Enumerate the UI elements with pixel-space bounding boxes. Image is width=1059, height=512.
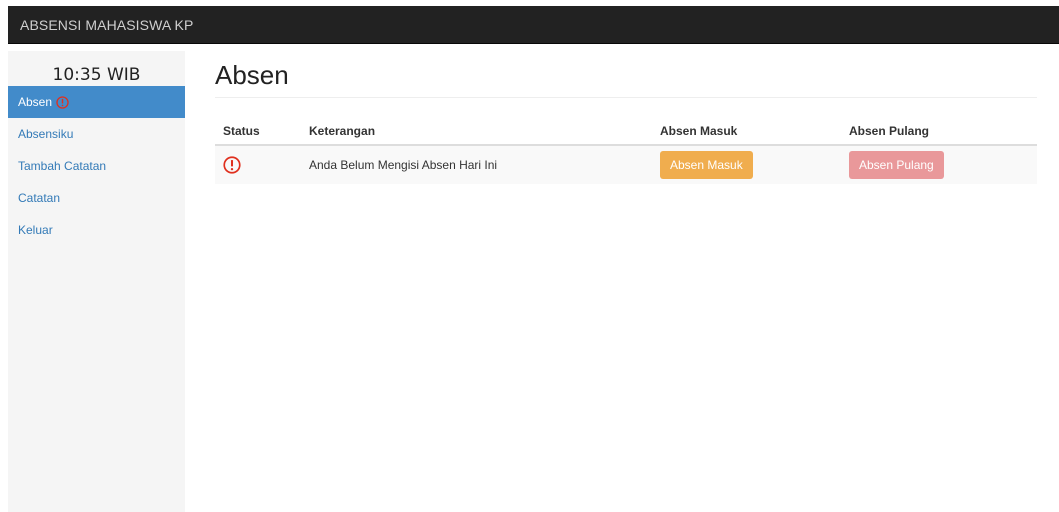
sidebar-item-tambah-catatan[interactable]: Tambah Catatan xyxy=(8,150,185,182)
sidebar-item-label: Catatan xyxy=(18,191,61,205)
sidebar-item-absen[interactable]: Absen xyxy=(8,86,185,118)
sidebar-item-keluar[interactable]: Keluar xyxy=(8,214,185,246)
sidebar-item-label: Keluar xyxy=(18,223,53,237)
keterangan-cell: Anda Belum Mengisi Absen Hari Ini xyxy=(301,145,652,184)
sidebar-item-catatan[interactable]: Catatan xyxy=(8,182,185,214)
main-content: Absen Status Keterangan Absen Masuk Abse… xyxy=(215,51,1037,184)
clock: 10:35 WIB xyxy=(52,65,141,85)
alert-circle-icon xyxy=(56,95,69,109)
column-header-status: Status xyxy=(215,117,301,146)
absen-pulang-button[interactable]: Absen Pulang xyxy=(849,151,944,179)
absen-masuk-button[interactable]: Absen Masuk xyxy=(660,151,753,179)
column-header-keterangan: Keterangan xyxy=(301,117,652,146)
column-header-absen-masuk: Absen Masuk xyxy=(652,117,841,146)
alert-circle-icon xyxy=(223,156,301,174)
top-navbar: ABSENSI MAHASISWA KP xyxy=(8,6,1059,44)
table-header-row: Status Keterangan Absen Masuk Absen Pula… xyxy=(215,117,1037,146)
sidebar: 10:35 WIB Absen Absensiku Tambah Catatan… xyxy=(8,51,185,512)
app-brand[interactable]: ABSENSI MAHASISWA KP xyxy=(20,17,193,33)
page-title: Absen xyxy=(215,51,1037,98)
status-cell xyxy=(215,145,301,184)
sidebar-item-absensiku[interactable]: Absensiku xyxy=(8,118,185,150)
column-header-absen-pulang: Absen Pulang xyxy=(841,117,1037,146)
sidebar-item-label: Absen xyxy=(18,95,53,109)
absen-pulang-cell: Absen Pulang xyxy=(841,145,1037,184)
sidebar-item-label: Tambah Catatan xyxy=(18,159,107,173)
sidebar-item-label: Absensiku xyxy=(18,127,74,141)
absen-table: Status Keterangan Absen Masuk Absen Pula… xyxy=(215,117,1037,184)
table-row: Anda Belum Mengisi Absen Hari Ini Absen … xyxy=(215,145,1037,184)
absen-masuk-cell: Absen Masuk xyxy=(652,145,841,184)
